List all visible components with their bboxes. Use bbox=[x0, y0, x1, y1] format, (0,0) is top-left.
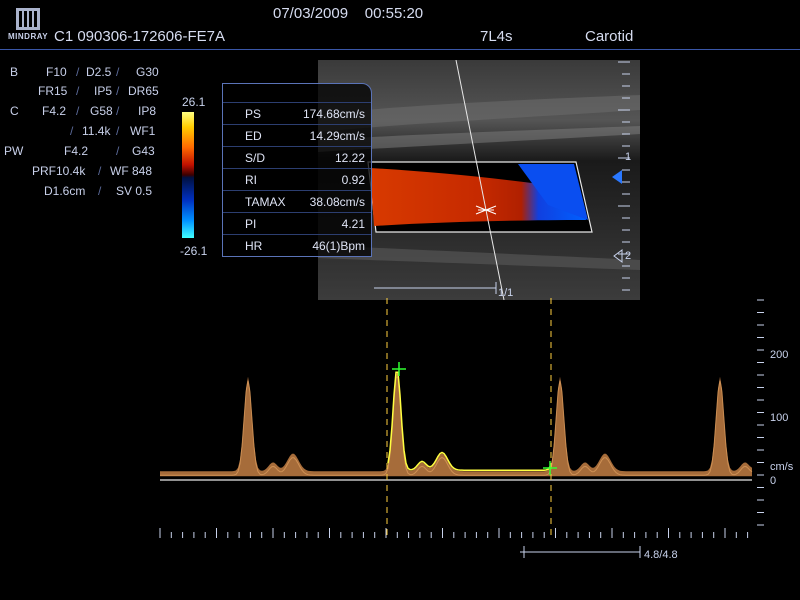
spectral-waveform bbox=[160, 373, 752, 477]
separator: / bbox=[76, 84, 80, 98]
b-gain: G30 bbox=[136, 65, 159, 79]
measurement-label: HR bbox=[245, 239, 263, 253]
measurement-row: ED 14.29cm/s bbox=[223, 124, 371, 146]
probe-name: 7L4s bbox=[480, 28, 513, 45]
cine-counter: 4.8/4.8 bbox=[644, 549, 678, 561]
measurement-value: 46(1)Bpm bbox=[312, 239, 365, 253]
measurement-value: 14.29cm/s bbox=[309, 129, 365, 143]
pw-sample-volume: SV 0.5 bbox=[116, 184, 153, 198]
velocity-scale-ticks bbox=[757, 299, 764, 526]
c-mode-label: C bbox=[10, 104, 19, 118]
pw-frequency: F4.2 bbox=[64, 144, 89, 158]
depth-mark-2: 2 bbox=[625, 250, 632, 262]
pw-depth: D1.6cm bbox=[44, 184, 86, 198]
pw-mode-label: PW bbox=[4, 144, 24, 158]
color-bar-max: 26.1 bbox=[182, 95, 206, 109]
velocity-label-200: 200 bbox=[770, 349, 788, 361]
b-frame-rate: FR15 bbox=[38, 84, 68, 98]
datetime: 07/03/2009 00:55:20 bbox=[273, 5, 424, 22]
measurement-label: RI bbox=[245, 173, 257, 187]
measurement-label: TAMAX bbox=[245, 195, 286, 209]
measurement-label: S/D bbox=[245, 151, 266, 165]
pw-wall-filter: WF 848 bbox=[110, 164, 153, 178]
b-mode-label: B bbox=[10, 65, 19, 79]
cine-scrollbar[interactable] bbox=[520, 546, 641, 558]
color-bar-min: -26.1 bbox=[180, 244, 208, 258]
pw-gain: G43 bbox=[132, 144, 155, 158]
measurement-label: PI bbox=[245, 217, 257, 231]
focus-marker-icon[interactable] bbox=[612, 170, 624, 184]
separator: / bbox=[98, 184, 102, 198]
measurement-row: TAMAX 38.08cm/s bbox=[223, 190, 371, 212]
measurement-row: S/D 12.22 bbox=[223, 146, 371, 168]
trace-envelope bbox=[387, 371, 551, 471]
patient-id: C1 090306-172606-FE7A bbox=[54, 28, 225, 45]
peak-systolic-caliper[interactable] bbox=[392, 362, 406, 376]
brand-name: MINDRAY bbox=[8, 32, 49, 41]
c-frequency: F4.2 bbox=[42, 104, 67, 118]
doppler-spectrum[interactable]: 4.8/4.8 200 100 cm/s 0 bbox=[0, 296, 800, 600]
separator: / bbox=[98, 164, 102, 178]
velocity-unit: cm/s bbox=[770, 461, 794, 473]
measurement-row: HR 46(1)Bpm bbox=[223, 234, 371, 256]
header-divider bbox=[0, 49, 800, 50]
measurement-row: PS 174.68cm/s bbox=[223, 102, 371, 124]
separator: / bbox=[116, 144, 120, 158]
measurement-row: RI 0.92 bbox=[223, 168, 371, 190]
b-depth: D2.5 bbox=[86, 65, 112, 79]
separator: / bbox=[76, 65, 80, 79]
velocity-label-0: 0 bbox=[770, 475, 776, 487]
depth-arrow-icon bbox=[613, 249, 623, 263]
measurement-value: 0.92 bbox=[341, 173, 365, 187]
measurement-row: PI 4.21 bbox=[223, 212, 371, 234]
time-scale-ticks bbox=[159, 528, 749, 538]
measurement-label: ED bbox=[245, 129, 262, 143]
measurement-value: 174.68cm/s bbox=[302, 107, 365, 121]
separator: / bbox=[116, 104, 120, 118]
color-velocity-bar bbox=[182, 112, 194, 238]
separator: / bbox=[70, 124, 74, 138]
separator: / bbox=[116, 65, 120, 79]
c-prf: 11.4k bbox=[82, 124, 111, 138]
c-image-process: IP8 bbox=[138, 104, 157, 118]
b-image-process: IP5 bbox=[94, 84, 113, 98]
measurement-value: 4.21 bbox=[341, 217, 365, 231]
measurement-value: 12.22 bbox=[334, 151, 365, 165]
separator: / bbox=[76, 104, 80, 118]
velocity-label-100: 100 bbox=[770, 412, 788, 424]
b-dynamic-range: DR65 bbox=[128, 84, 159, 98]
measurement-panel: PS 174.68cm/s ED 14.29cm/s S/D 12.22 RI 0.92… bbox=[222, 83, 372, 257]
c-gain: G58 bbox=[90, 104, 113, 118]
c-wall-filter: WF1 bbox=[130, 124, 156, 138]
exam-preset: Carotid bbox=[585, 28, 634, 45]
pw-prf: PRF10.4k bbox=[32, 164, 86, 178]
separator: / bbox=[116, 124, 120, 138]
depth-mark-1: 1 bbox=[625, 151, 632, 163]
measurement-value: 38.08cm/s bbox=[309, 195, 365, 209]
mindray-logo: MINDRAY bbox=[8, 6, 50, 44]
separator: / bbox=[116, 84, 120, 98]
b-frequency: F10 bbox=[46, 65, 67, 79]
measurement-label: PS bbox=[245, 107, 262, 121]
